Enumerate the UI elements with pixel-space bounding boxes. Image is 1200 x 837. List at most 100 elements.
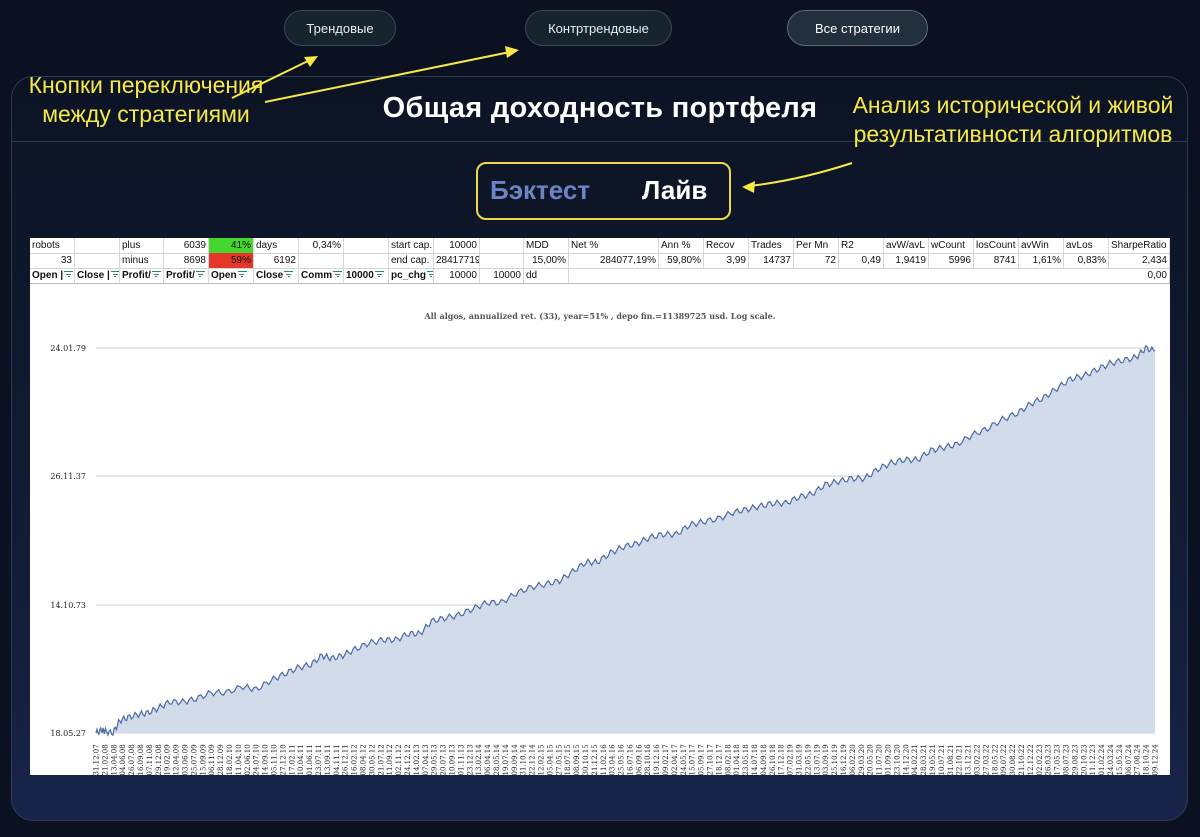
x-tick-label: 24.07.10 bbox=[253, 744, 261, 775]
x-tick-label: 31.08.21 bbox=[947, 744, 955, 775]
equity-chart: 24.01.79 26.11.37 14.10.73 18.05.27 31.12.0… bbox=[50, 344, 1160, 775]
y-tick-label: 18.05.27 bbox=[50, 729, 86, 738]
x-tick-label: 19.02.09 bbox=[164, 744, 172, 775]
x-tick-label: 26.03.23 bbox=[1045, 744, 1053, 775]
trend-strategies-button[interactable]: Трендовые bbox=[284, 10, 396, 46]
x-tick-label: 18.12.17 bbox=[715, 744, 723, 775]
x-tick-label: 20.07.13 bbox=[440, 744, 448, 775]
x-tick-label: 14.02.13 bbox=[413, 744, 421, 775]
x-tick-label: 14.12.20 bbox=[902, 744, 910, 775]
x-tick-label: 29.12.08 bbox=[155, 744, 163, 775]
x-tick-label: 09.12.24 bbox=[1152, 744, 1160, 775]
x-tick-label: 13.12.21 bbox=[965, 744, 973, 775]
x-tick-label: 10.07.21 bbox=[938, 744, 946, 775]
x-tick-label: 18.05.22 bbox=[991, 744, 999, 775]
x-tick-label: 08.04.12 bbox=[359, 744, 367, 775]
x-tick-label: 09.09.14 bbox=[511, 744, 519, 775]
x-tick-label: 19.05.21 bbox=[929, 744, 937, 775]
x-tick-label: 16.09.08 bbox=[137, 744, 145, 775]
backtest-tab[interactable]: Бэктест bbox=[490, 175, 590, 206]
x-tick-label: 27.10.17 bbox=[707, 744, 715, 775]
y-tick-label: 26.11.37 bbox=[50, 472, 86, 481]
annotation-strategy-switch: Кнопки переключения между стратегиями bbox=[28, 72, 264, 127]
x-tick-label: 23.12.13 bbox=[466, 744, 474, 775]
x-tick-label: 03.06.09 bbox=[181, 744, 189, 775]
x-tick-label: 03.09.19 bbox=[822, 744, 830, 775]
x-tick-label: 25.07.09 bbox=[190, 744, 198, 775]
x-tick-label: 04.02.21 bbox=[911, 744, 919, 775]
x-tick-label: 27.08.24 bbox=[1134, 744, 1142, 775]
x-tick-label: 08.09.15 bbox=[573, 744, 581, 775]
x-tick-label: 31.03.19 bbox=[796, 744, 804, 775]
x-tick-label: 01.09.20 bbox=[885, 744, 893, 775]
spreadsheet-view: robots plus 6039 41% days 0,34% start ca… bbox=[30, 238, 1170, 775]
x-tick-label: 02.11.12 bbox=[395, 744, 403, 775]
x-tick-label: 24.12.12 bbox=[404, 744, 412, 775]
x-tick-label: 27.12.10 bbox=[279, 744, 287, 775]
x-tick-label: 26.07.08 bbox=[128, 744, 136, 775]
x-tick-label: 05.04.15 bbox=[546, 744, 554, 775]
x-tick-label: 07.02.19 bbox=[787, 744, 795, 775]
x-tick-label: 22.05.19 bbox=[804, 744, 812, 775]
x-tick-label: 14.07.18 bbox=[751, 744, 759, 775]
x-tick-label: 28.03.21 bbox=[920, 744, 928, 775]
x-tick-label: 26.12.11 bbox=[342, 744, 350, 775]
x-tick-label: 11.02.16 bbox=[600, 744, 608, 775]
x-tick-label: 03.04.16 bbox=[609, 744, 617, 775]
x-tick-label: 01.04.18 bbox=[733, 744, 741, 775]
x-tick-label: 09.07.22 bbox=[1000, 744, 1008, 775]
x-tick-label: 15.07.17 bbox=[689, 744, 697, 775]
x-tick-label: 21.12.15 bbox=[591, 744, 599, 775]
x-tick-label: 02.02.23 bbox=[1036, 744, 1044, 775]
x-tick-label: 12.02.15 bbox=[537, 744, 545, 775]
x-tick-label: 11.04.10 bbox=[235, 744, 243, 775]
x-tick-label: 21.10.22 bbox=[1018, 744, 1026, 775]
x-tick-label: 12.12.22 bbox=[1027, 744, 1035, 775]
x-tick-label: 06.09.16 bbox=[635, 744, 643, 775]
x-tick-label: 17.12.18 bbox=[778, 744, 786, 775]
x-tick-label: 28.12.09 bbox=[217, 744, 225, 775]
x-tick-label: 06.04.14 bbox=[484, 744, 492, 775]
x-tick-label: 23.05.18 bbox=[742, 744, 750, 775]
x-tick-label: 22.12.14 bbox=[529, 744, 537, 775]
x-tick-label: 19.12.16 bbox=[653, 744, 661, 775]
x-tick-label: 04.06.08 bbox=[119, 744, 127, 775]
x-tick-label: 16.07.16 bbox=[626, 744, 634, 775]
x-tick-label: 27.03.22 bbox=[982, 744, 990, 775]
x-tick-label: 23.07.11 bbox=[315, 744, 323, 775]
x-tick-label: 29.08.23 bbox=[1071, 744, 1079, 775]
annotation-analysis: Анализ исторической и живой результативн… bbox=[852, 92, 1174, 147]
live-tab[interactable]: Лайв bbox=[642, 175, 707, 206]
x-tick-label: 30.05.12 bbox=[368, 744, 376, 775]
countertrend-strategies-button[interactable]: Контртрендовые bbox=[525, 10, 672, 46]
x-tick-label: 04.11.11 bbox=[333, 744, 341, 775]
x-tick-label: 17.02.11 bbox=[288, 744, 296, 775]
x-tick-label: 03.02.22 bbox=[974, 744, 982, 775]
x-tick-label: 26.10.18 bbox=[769, 744, 777, 775]
x-tick-label: 18.02.10 bbox=[226, 744, 234, 775]
x-tick-label: 06.07.24 bbox=[1125, 744, 1133, 775]
x-tick-label: 29.03.20 bbox=[858, 744, 866, 775]
arrow-head-countertrend bbox=[505, 46, 519, 58]
x-tick-label: 15.09.09 bbox=[199, 744, 207, 775]
x-tick-label: 25.05.16 bbox=[618, 744, 626, 775]
x-tick-label: 24.05.17 bbox=[680, 744, 688, 775]
all-strategies-button[interactable]: Все стратегии bbox=[787, 10, 928, 46]
x-tick-label: 11.07.20 bbox=[876, 744, 884, 775]
x-tick-label: 04.09.18 bbox=[760, 744, 768, 775]
x-tick-label: 31.12.07 bbox=[93, 744, 101, 775]
x-tick-label: 31.10.14 bbox=[520, 744, 528, 775]
x-tick-label: 20.10.23 bbox=[1080, 744, 1088, 775]
x-tick-label: 17.05.23 bbox=[1054, 744, 1062, 775]
chart-area-series bbox=[95, 345, 1156, 737]
chart-y-ticks: 24.01.79 26.11.37 14.10.73 18.05.27 bbox=[50, 344, 86, 738]
x-tick-label: 12.04.09 bbox=[173, 744, 181, 775]
x-tick-label: 10.04.11 bbox=[297, 744, 305, 775]
x-tick-label: 28.05.14 bbox=[493, 744, 501, 775]
x-tick-label: 11.12.23 bbox=[1089, 744, 1097, 775]
x-tick-label: 18.07.15 bbox=[564, 744, 572, 775]
x-tick-label: 07.11.08 bbox=[146, 744, 154, 775]
x-tick-label: 23.10.20 bbox=[893, 744, 901, 775]
x-tick-label: 30.08.22 bbox=[1009, 744, 1017, 775]
x-tick-label: 24.03.24 bbox=[1107, 744, 1115, 775]
